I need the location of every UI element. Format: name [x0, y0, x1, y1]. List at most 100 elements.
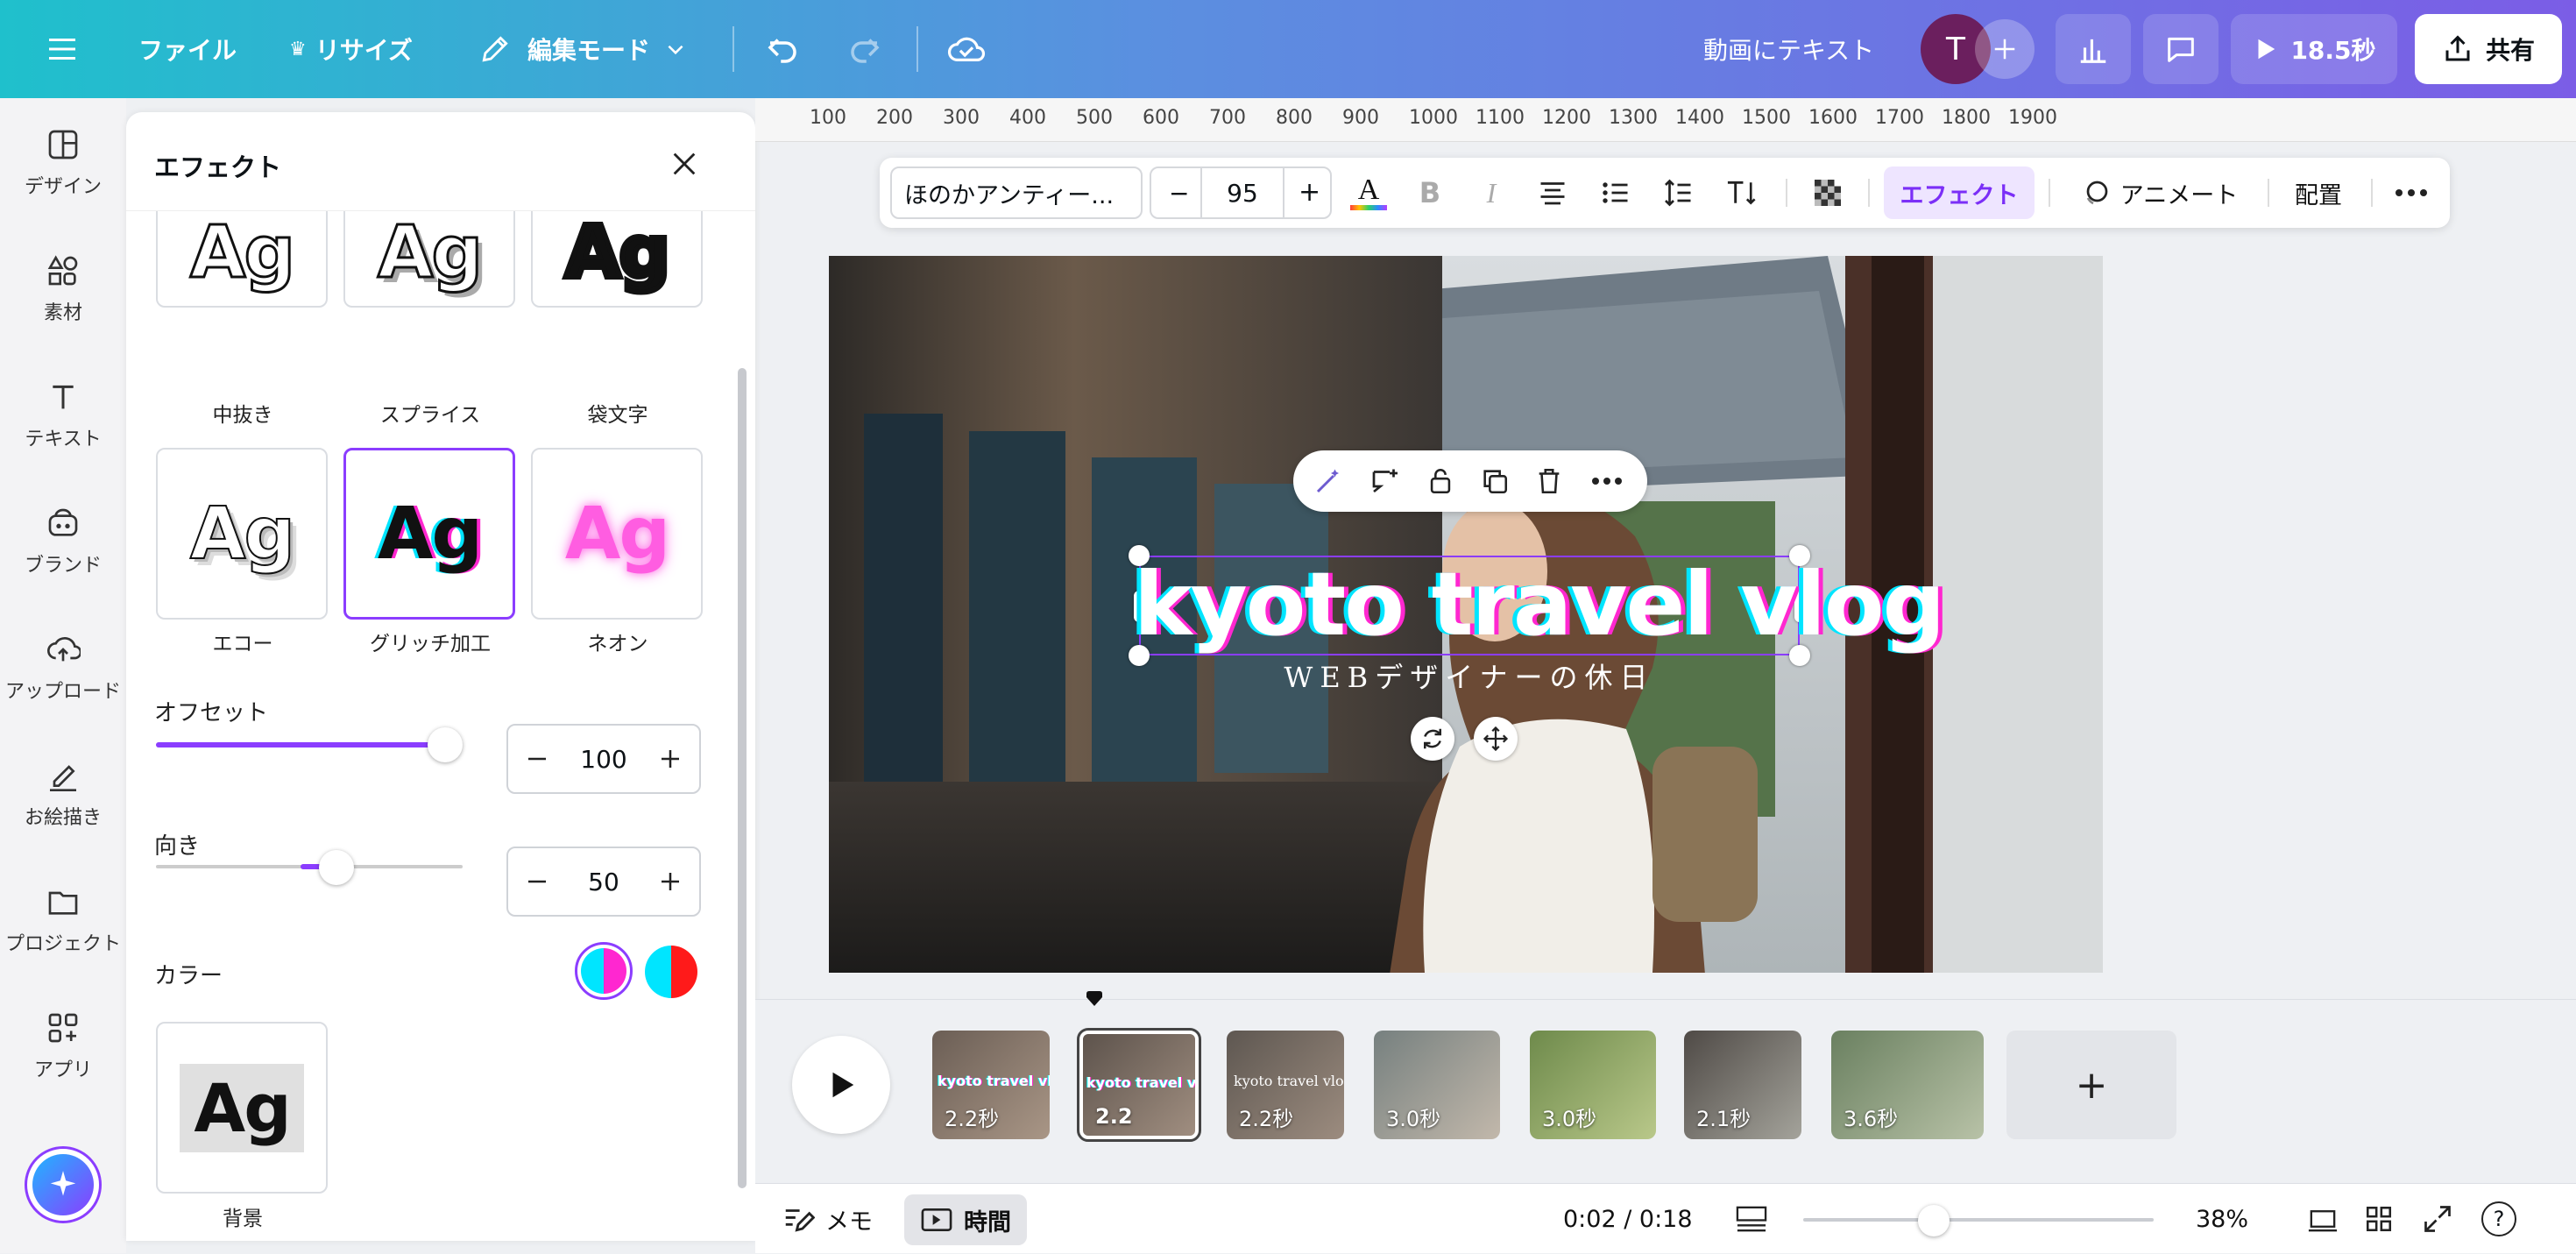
animate-button[interactable]: アニメート — [2063, 158, 2255, 228]
cloud-saved-icon[interactable] — [946, 0, 987, 98]
direction-value[interactable]: 50 — [588, 868, 619, 896]
plus-icon[interactable] — [657, 868, 683, 895]
resize-button[interactable]: ♛ リサイズ — [289, 0, 413, 98]
italic-icon[interactable]: I — [1467, 158, 1516, 228]
zoom-slider[interactable] — [1803, 1205, 2154, 1236]
ruler: 100 200 300 400 500 600 700 800 900 1000 1100 1200 1… — [755, 98, 2576, 142]
subline-text[interactable]: WEBデザイナーの休日 — [1134, 655, 1805, 696]
effect-label: 背景 — [223, 1208, 263, 1230]
comment-button[interactable] — [2143, 14, 2219, 84]
undo-icon[interactable] — [764, 0, 801, 98]
align-center-icon[interactable] — [1528, 158, 1577, 228]
timecode: 0:02 / 0:18 — [1563, 1205, 1693, 1233]
color-swatch-cyan-red[interactable] — [645, 946, 697, 998]
move-handle-icon[interactable] — [1474, 717, 1518, 761]
font-size-stepper[interactable]: − 95 + — [1150, 166, 1332, 219]
plus-icon[interactable] — [657, 746, 683, 772]
slider-handle[interactable] — [428, 727, 463, 762]
minus-icon[interactable] — [524, 746, 550, 772]
effect-tile-glitch[interactable]: Ag — [343, 448, 515, 620]
position-button[interactable]: 配置 — [2278, 158, 2359, 228]
transparency-icon[interactable] — [1801, 158, 1854, 228]
playhead-marker[interactable] — [1085, 990, 1104, 1010]
offset-slider[interactable] — [156, 714, 463, 776]
grid-view-icon[interactable] — [2364, 1184, 2394, 1254]
pages-icon[interactable] — [2306, 1184, 2339, 1254]
vertical-text-icon[interactable] — [1717, 158, 1766, 228]
magic-assistant-button[interactable] — [25, 1146, 102, 1223]
slider-handle[interactable] — [1918, 1205, 1950, 1236]
add-clip-button[interactable]: + — [2006, 1031, 2176, 1139]
menu-icon[interactable] — [49, 0, 75, 98]
timeline-clip[interactable]: 3.0秒 — [1530, 1031, 1656, 1139]
effect-tile-echo[interactable]: Ag — [156, 448, 328, 620]
rail-item-design[interactable]: デザイン — [0, 102, 126, 224]
timeline-clip[interactable]: 3.0秒 — [1374, 1031, 1500, 1139]
magic-edit-icon[interactable] — [1302, 450, 1355, 512]
headline-text[interactable]: kyoto travel vlog — [1134, 552, 1945, 657]
more-options-icon[interactable] — [2383, 158, 2439, 228]
timeline-clip-selected[interactable]: kyoto travel vlog 2.2 — [1077, 1028, 1201, 1142]
timeline-clip[interactable]: 2.1秒 — [1684, 1031, 1801, 1139]
rotate-handle-icon[interactable] — [1411, 717, 1454, 761]
bold-icon[interactable]: B — [1405, 158, 1454, 228]
rail-item-upload[interactable]: アップロード — [0, 606, 126, 729]
color-swatch-cyan-magenta[interactable] — [575, 942, 633, 1000]
effect-tile-neon[interactable]: Ag — [531, 448, 703, 620]
offset-value[interactable]: 100 — [580, 745, 626, 774]
duplicate-icon[interactable] — [1468, 450, 1521, 512]
close-icon[interactable] — [661, 140, 708, 188]
slider-handle[interactable] — [319, 850, 354, 885]
play-button[interactable]: 18.5秒 — [2231, 14, 2397, 84]
fullscreen-icon[interactable] — [2422, 1184, 2453, 1254]
effects-button[interactable]: エフェクト — [1884, 166, 2035, 219]
insights-button[interactable] — [2056, 14, 2131, 84]
direction-stepper[interactable]: 50 — [506, 847, 701, 917]
effect-tile-outline[interactable]: Ag — [531, 211, 703, 308]
effect-tile-hollow[interactable]: Ag — [156, 211, 328, 308]
share-button[interactable]: 共有 — [2415, 14, 2562, 84]
ruler-label: 1200 — [1542, 107, 1591, 129]
text-color-button[interactable]: A — [1344, 158, 1393, 228]
font-size-increase[interactable]: + — [1299, 177, 1320, 208]
help-button[interactable]: ? — [2481, 1201, 2516, 1236]
rail-item-apps[interactable]: アプリ — [0, 985, 126, 1108]
lock-icon[interactable] — [1414, 450, 1467, 512]
more-icon[interactable] — [1579, 450, 1635, 512]
color-label: カラー — [154, 963, 223, 989]
play-icon — [2258, 39, 2275, 60]
minus-icon[interactable] — [524, 868, 550, 895]
add-comment-icon[interactable] — [1358, 450, 1411, 512]
effect-tile-background[interactable]: Ag — [156, 1022, 328, 1194]
spacing-icon[interactable] — [1654, 158, 1703, 228]
notes-button[interactable]: メモ — [782, 1184, 873, 1254]
timeline-clip[interactable]: kyoto travel vlog 2.2秒 — [932, 1031, 1050, 1139]
delete-icon[interactable] — [1523, 450, 1575, 512]
timing-button[interactable]: 時間 — [904, 1194, 1027, 1245]
rail-item-projects[interactable]: プロジェクト — [0, 859, 126, 981]
rail-item-text[interactable]: テキスト — [0, 354, 126, 477]
list-icon[interactable] — [1591, 158, 1640, 228]
direction-slider[interactable] — [156, 837, 463, 898]
timeline-play-button[interactable] — [792, 1036, 890, 1134]
rail-item-elements[interactable]: 素材 — [0, 228, 126, 351]
edit-mode-button[interactable]: 編集モード — [478, 0, 687, 98]
document-title[interactable]: 動画にテキスト — [1703, 0, 1874, 98]
panel-scrollbar[interactable] — [738, 368, 747, 1188]
timeline-clip[interactable]: 3.6秒 — [1831, 1031, 1984, 1139]
file-menu-button[interactable]: ファイル — [138, 0, 237, 98]
font-size-value[interactable]: 95 — [1200, 168, 1284, 217]
effect-tile-splice[interactable]: Ag — [343, 211, 515, 308]
play-icon — [832, 1072, 854, 1098]
offset-stepper[interactable]: 100 — [506, 724, 701, 794]
page-view-icon[interactable] — [1735, 1184, 1768, 1254]
redo-icon[interactable] — [846, 0, 883, 98]
rail-item-brand[interactable]: ブランド — [0, 480, 126, 603]
font-family-select[interactable]: ほのかアンティー... — [890, 166, 1143, 219]
rail-item-draw[interactable]: お絵描き — [0, 733, 126, 855]
invite-button[interactable] — [1975, 19, 2035, 79]
font-size-decrease[interactable]: − — [1169, 179, 1189, 208]
zoom-level[interactable]: 38% — [2196, 1184, 2248, 1254]
canvas-page[interactable]: kyoto travel vlog WEBデザイナーの休日 — [829, 256, 2103, 973]
timeline-clip[interactable]: kyoto travel vlog 2.2秒 — [1227, 1031, 1344, 1139]
